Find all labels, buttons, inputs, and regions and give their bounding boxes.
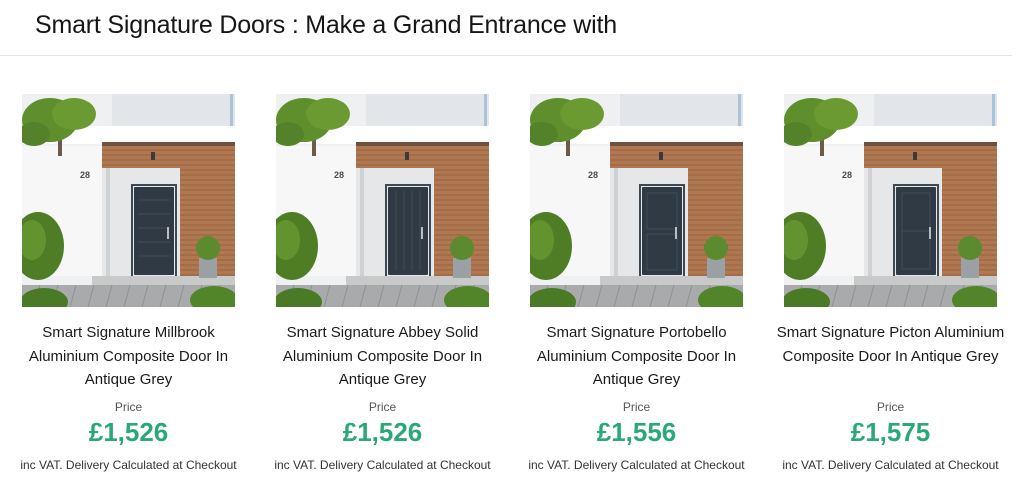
vat-note: inc VAT. Delivery Calculated at Checkout [782, 458, 999, 472]
product-price: £1,526 [342, 417, 423, 447]
product-grid: 28 Smart Signature Millbrook Aluminium C… [0, 0, 1024, 487]
product-price: £1,575 [850, 417, 931, 447]
vat-note: inc VAT. Delivery Calculated at Checkout [528, 458, 745, 472]
product-card[interactable]: 28 Smart Signature Abbey Solid Aluminium… [268, 94, 497, 484]
product-price: £1,526 [88, 417, 169, 447]
house-door-scene: 28 [530, 94, 743, 307]
product-card[interactable]: 28 Smart Signature Picton Aluminium Comp… [776, 94, 1005, 484]
house-door-scene: 28 [22, 94, 235, 307]
house-number: 28 [80, 170, 90, 180]
house-number: 28 [334, 170, 344, 180]
product-name[interactable]: Smart Signature Picton Aluminium Composi… [776, 321, 1005, 368]
house-number: 28 [588, 170, 598, 180]
house-door-scene: 28 [784, 94, 997, 307]
price-label: Price [114, 400, 143, 414]
product-name[interactable]: Smart Signature Millbrook Aluminium Comp… [14, 321, 243, 392]
house-number: 28 [842, 170, 852, 180]
product-name[interactable]: Smart Signature Portobello Aluminium Com… [522, 321, 751, 392]
product-card[interactable]: 28 Smart Signature Portobello Aluminium … [522, 94, 751, 484]
price-label: Price [368, 400, 397, 414]
vat-note: inc VAT. Delivery Calculated at Checkout [274, 458, 491, 472]
product-image[interactable]: 28 [22, 94, 235, 307]
product-name[interactable]: Smart Signature Abbey Solid Aluminium Co… [268, 321, 497, 392]
product-price: £1,556 [596, 417, 677, 447]
product-image[interactable]: 28 [784, 94, 997, 307]
house-door-scene: 28 [276, 94, 489, 307]
price-label: Price [876, 400, 905, 414]
product-card[interactable]: 28 Smart Signature Millbrook Aluminium C… [14, 94, 243, 484]
price-label: Price [622, 400, 651, 414]
product-image[interactable]: 28 [276, 94, 489, 307]
vat-note: inc VAT. Delivery Calculated at Checkout [20, 458, 237, 472]
product-image[interactable]: 28 [530, 94, 743, 307]
